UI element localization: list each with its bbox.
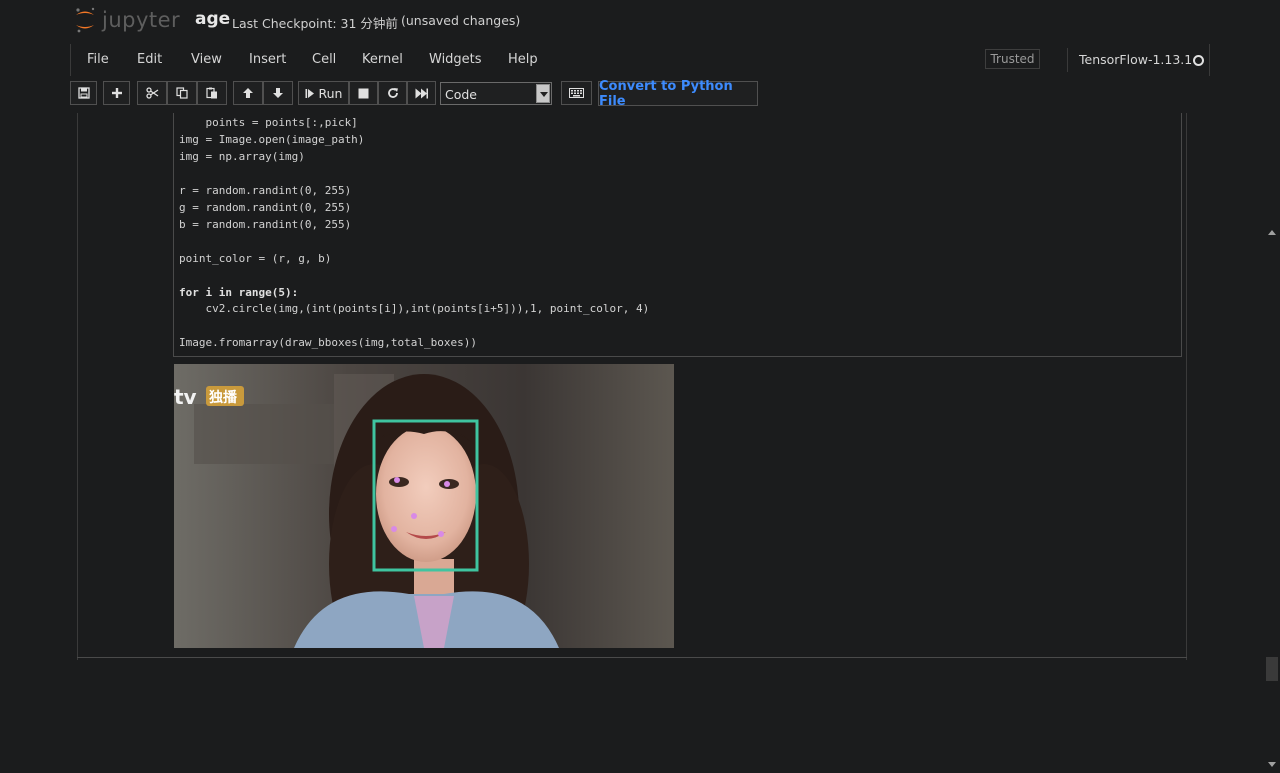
copy-button[interactable] xyxy=(167,81,197,105)
menu-cell[interactable]: Cell xyxy=(312,52,336,67)
landmark-nose xyxy=(411,513,417,519)
menu-widgets[interactable]: Widgets xyxy=(429,52,482,67)
header: jupyter age Last Checkpoint: 31 分钟前 (uns… xyxy=(0,0,1280,40)
insert-cell-button[interactable] xyxy=(103,81,130,105)
jupyter-logo[interactable]: jupyter xyxy=(74,5,180,35)
move-down-button[interactable] xyxy=(263,81,293,105)
convert-to-python-button[interactable]: Convert to Python File xyxy=(598,79,758,109)
fast-forward-icon xyxy=(415,88,428,98)
code-cell-input[interactable]: points = points[:,pick] img = Image.open… xyxy=(173,113,1182,357)
scissors-icon xyxy=(145,87,158,99)
notebook-container: points = points[:,pick] img = Image.open… xyxy=(77,113,1187,660)
checkpoint-status: Last Checkpoint: 31 分钟前 xyxy=(232,16,398,31)
menubar-divider xyxy=(1067,48,1068,72)
watermark-badge: 独播 xyxy=(209,389,238,406)
move-up-button[interactable] xyxy=(233,81,263,105)
cell-type-value: Code xyxy=(445,87,478,102)
code-line: cv2.circle(img,(int(points[i]),int(point… xyxy=(179,302,650,316)
code-line: img = Image.open(image_path) xyxy=(179,132,365,146)
save-button[interactable] xyxy=(70,81,97,105)
notebook-bottom-border xyxy=(77,657,1187,658)
stop-icon xyxy=(358,88,369,98)
restart-run-all-button[interactable] xyxy=(407,81,436,105)
notebook-name[interactable]: age xyxy=(195,9,230,29)
menu-view[interactable]: View xyxy=(191,52,222,67)
code-editor[interactable]: points = points[:,pick] img = Image.open… xyxy=(179,115,649,352)
plus-icon xyxy=(111,88,122,98)
command-palette-button[interactable] xyxy=(561,81,592,105)
menu-file[interactable]: File xyxy=(87,52,109,67)
code-line: g = random.randint(0, 255) xyxy=(179,200,352,214)
toolbar: Run Code Convert to Python File xyxy=(70,79,1210,109)
autosave-status: (unsaved changes) xyxy=(401,13,521,28)
save-icon xyxy=(77,87,90,99)
jupyter-logo-text: jupyter xyxy=(102,8,181,32)
output-image: tv 独播 xyxy=(174,364,674,648)
code-line: b = random.randint(0, 255) xyxy=(179,217,352,231)
kernel-name[interactable]: TensorFlow-1.13.1 xyxy=(1079,52,1192,67)
jupyter-logo-icon xyxy=(74,6,96,34)
restart-button[interactable] xyxy=(378,81,407,105)
menubar: File Edit View Insert Cell Kernel Widget… xyxy=(70,44,1210,76)
arrow-down-icon xyxy=(273,88,283,98)
kernel-idle-icon xyxy=(1193,55,1204,66)
refresh-icon xyxy=(387,88,398,98)
code-line: img = np.array(img) xyxy=(179,149,305,163)
menu-edit[interactable]: Edit xyxy=(137,52,162,67)
scroll-up-icon[interactable] xyxy=(1268,230,1276,235)
menu-help[interactable]: Help xyxy=(508,52,538,67)
keyboard-icon xyxy=(569,88,584,98)
cell-type-select[interactable]: Code xyxy=(440,82,552,105)
face-detection-image: tv 独播 xyxy=(174,364,674,648)
copy-icon xyxy=(176,87,188,99)
trusted-indicator[interactable]: Trusted xyxy=(985,49,1040,69)
landmark-left-eye xyxy=(394,477,400,483)
run-button[interactable]: Run xyxy=(298,81,349,105)
landmark-mouth-right xyxy=(438,531,444,537)
interrupt-button[interactable] xyxy=(349,81,378,105)
chevron-down-icon xyxy=(536,84,550,103)
scroll-down-icon[interactable] xyxy=(1268,762,1276,767)
cut-button[interactable] xyxy=(137,81,167,105)
paste-button[interactable] xyxy=(197,81,227,105)
menu-insert[interactable]: Insert xyxy=(249,52,286,67)
notebook-area: points = points[:,pick] img = Image.open… xyxy=(0,113,1280,773)
landmark-right-eye xyxy=(444,481,450,487)
code-line: points = points[:,pick] xyxy=(179,116,358,129)
code-line: for i in range(5): xyxy=(179,285,299,299)
step-forward-icon xyxy=(305,88,314,98)
code-line: point_color = (r, g, b) xyxy=(179,251,332,265)
run-label: Run xyxy=(318,85,343,101)
menu-kernel[interactable]: Kernel xyxy=(362,52,403,67)
code-line: r = random.randint(0, 255) xyxy=(179,183,352,197)
code-line: Image.fromarray(draw_bboxes(img,total_bo… xyxy=(179,336,478,350)
watermark-text: tv xyxy=(174,385,197,409)
page-scrollbar[interactable] xyxy=(1264,226,1280,773)
arrow-up-icon xyxy=(243,88,253,98)
paste-icon xyxy=(206,87,217,99)
landmark-mouth-left xyxy=(391,526,397,532)
scroll-thumb[interactable] xyxy=(1266,657,1278,681)
